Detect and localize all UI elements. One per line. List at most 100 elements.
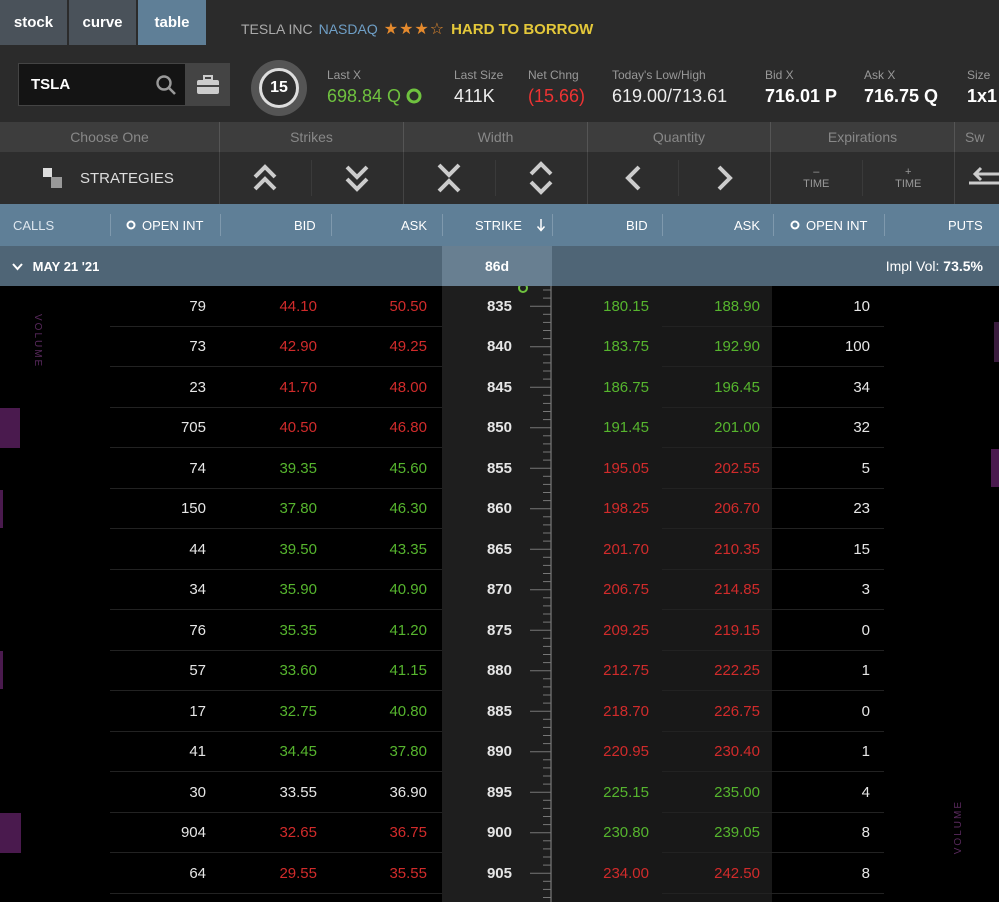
put-bid[interactable]: 225.15	[603, 772, 649, 813]
put-open-interest[interactable]: 1	[862, 651, 870, 692]
call-open-interest[interactable]: 73	[189, 327, 206, 368]
strike-price[interactable]: 880	[487, 651, 512, 692]
put-open-interest[interactable]: 34	[853, 367, 870, 408]
tab-table[interactable]: table	[138, 0, 208, 45]
put-ask[interactable]: 230.40	[714, 732, 760, 773]
time-minus-button[interactable]: – TIME	[771, 160, 863, 196]
option-row[interactable]: 904 32.65 36.75 900 230.80 239.05 8	[0, 813, 999, 854]
option-row[interactable]: 64 29.55 35.55 905 234.00 242.50 8	[0, 853, 999, 894]
open-int-left-header[interactable]: OPEN INT	[126, 204, 203, 246]
strike-price[interactable]: 870	[487, 570, 512, 611]
put-ask[interactable]: 210.35	[714, 529, 760, 570]
option-row[interactable]: 44 39.50 43.35 865 201.70 210.35 15	[0, 529, 999, 570]
call-ask[interactable]: 46.80	[389, 408, 427, 449]
put-bid[interactable]: 218.70	[603, 691, 649, 732]
put-open-interest[interactable]: 1	[862, 732, 870, 773]
call-bid[interactable]: 34.45	[279, 732, 317, 773]
call-bid[interactable]: 40.50	[279, 408, 317, 449]
call-ask[interactable]: 45.60	[389, 448, 427, 489]
call-bid[interactable]: 33.60	[279, 651, 317, 692]
put-ask[interactable]: 226.75	[714, 691, 760, 732]
ask-left-header[interactable]: ASK	[401, 204, 427, 246]
call-bid[interactable]: 41.70	[279, 367, 317, 408]
put-ask[interactable]: 239.05	[714, 813, 760, 854]
call-bid[interactable]: 35.35	[279, 610, 317, 651]
call-ask[interactable]: 50.50	[389, 286, 427, 327]
call-open-interest[interactable]: 17	[189, 691, 206, 732]
call-bid[interactable]: 32.65	[279, 813, 317, 854]
option-row[interactable]: 17 32.75 40.80 885 218.70 226.75 0	[0, 691, 999, 732]
put-ask[interactable]: 235.00	[714, 772, 760, 813]
put-open-interest[interactable]: 4	[862, 772, 870, 813]
call-bid[interactable]: 39.50	[279, 529, 317, 570]
call-ask[interactable]: 41.20	[389, 610, 427, 651]
put-bid[interactable]: 198.25	[603, 489, 649, 530]
call-open-interest[interactable]: 76	[189, 610, 206, 651]
call-open-interest[interactable]: 23	[189, 367, 206, 408]
call-open-interest[interactable]: 34	[189, 570, 206, 611]
put-bid[interactable]: 230.80	[603, 813, 649, 854]
call-ask[interactable]: 40.80	[389, 691, 427, 732]
bid-right-header[interactable]: BID	[626, 204, 648, 246]
put-open-interest[interactable]: 0	[862, 610, 870, 651]
scrollbar[interactable]	[994, 322, 999, 362]
expiration-row[interactable]: MAY 21 '21 86d Impl Vol: 73.5%	[0, 246, 999, 286]
exchange-link[interactable]: NASDAQ	[319, 21, 378, 37]
strike-price[interactable]: 845	[487, 367, 512, 408]
call-ask[interactable]: 36.75	[389, 813, 427, 854]
put-open-interest[interactable]: 8	[862, 813, 870, 854]
symbol-search-input[interactable]: TSLA	[18, 63, 186, 106]
call-bid[interactable]: 42.90	[279, 327, 317, 368]
tab-stock[interactable]: stock	[0, 0, 69, 45]
call-open-interest[interactable]: 150	[181, 489, 206, 530]
put-ask[interactable]: 201.00	[714, 408, 760, 449]
option-row[interactable]: 23 41.70 48.00 845 186.75 196.45 34	[0, 367, 999, 408]
time-plus-button[interactable]: + TIME	[863, 152, 955, 204]
swap-button[interactable]	[955, 152, 999, 204]
strike-price[interactable]: 890	[487, 732, 512, 773]
call-ask[interactable]: 46.30	[389, 489, 427, 530]
option-row[interactable]: 74 39.35 45.60 855 195.05 202.55 5	[0, 448, 999, 489]
quantity-increase-button[interactable]	[679, 152, 770, 204]
call-ask[interactable]: 49.25	[389, 327, 427, 368]
put-ask[interactable]: 222.25	[714, 651, 760, 692]
put-open-interest[interactable]: 100	[845, 327, 870, 368]
strike-price[interactable]: 865	[487, 529, 512, 570]
strike-price[interactable]: 855	[487, 448, 512, 489]
call-open-interest[interactable]: 64	[189, 853, 206, 894]
open-int-right-header[interactable]: OPEN INT	[790, 204, 867, 246]
put-ask[interactable]: 188.90	[714, 286, 760, 327]
put-bid[interactable]: 191.45	[603, 408, 649, 449]
put-bid[interactable]: 212.75	[603, 651, 649, 692]
call-ask[interactable]: 37.80	[389, 732, 427, 773]
option-row[interactable]: 705 40.50 46.80 850 191.45 201.00 32	[0, 408, 999, 449]
call-bid[interactable]: 35.90	[279, 570, 317, 611]
tab-curve[interactable]: curve	[69, 0, 138, 45]
call-open-interest[interactable]: 79	[189, 286, 206, 327]
strike-price[interactable]: 905	[487, 853, 512, 894]
put-ask[interactable]: 214.85	[714, 570, 760, 611]
put-open-interest[interactable]: 0	[862, 691, 870, 732]
put-bid[interactable]: 220.95	[603, 732, 649, 773]
call-open-interest[interactable]: 705	[181, 408, 206, 449]
call-open-interest[interactable]: 57	[189, 651, 206, 692]
strike-price[interactable]: 850	[487, 408, 512, 449]
strike-price[interactable]: 840	[487, 327, 512, 368]
put-open-interest[interactable]: 5	[862, 448, 870, 489]
strategies-button[interactable]: STRATEGIES	[0, 152, 220, 204]
briefcase-button[interactable]	[186, 63, 230, 106]
call-open-interest[interactable]: 44	[189, 529, 206, 570]
call-ask[interactable]: 43.35	[389, 529, 427, 570]
call-open-interest[interactable]: 904	[181, 813, 206, 854]
put-open-interest[interactable]: 15	[853, 529, 870, 570]
call-open-interest[interactable]: 30	[189, 772, 206, 813]
call-bid[interactable]: 29.55	[279, 853, 317, 894]
option-row[interactable]: 41 34.45 37.80 890 220.95 230.40 1	[0, 732, 999, 773]
quantity-decrease-button[interactable]	[588, 160, 679, 196]
strike-price[interactable]: 895	[487, 772, 512, 813]
option-row[interactable]: 76 35.35 41.20 875 209.25 219.15 0	[0, 610, 999, 651]
call-ask[interactable]: 36.90	[389, 772, 427, 813]
put-ask[interactable]: 192.90	[714, 327, 760, 368]
call-ask[interactable]: 48.00	[389, 367, 427, 408]
put-bid[interactable]: 206.75	[603, 570, 649, 611]
